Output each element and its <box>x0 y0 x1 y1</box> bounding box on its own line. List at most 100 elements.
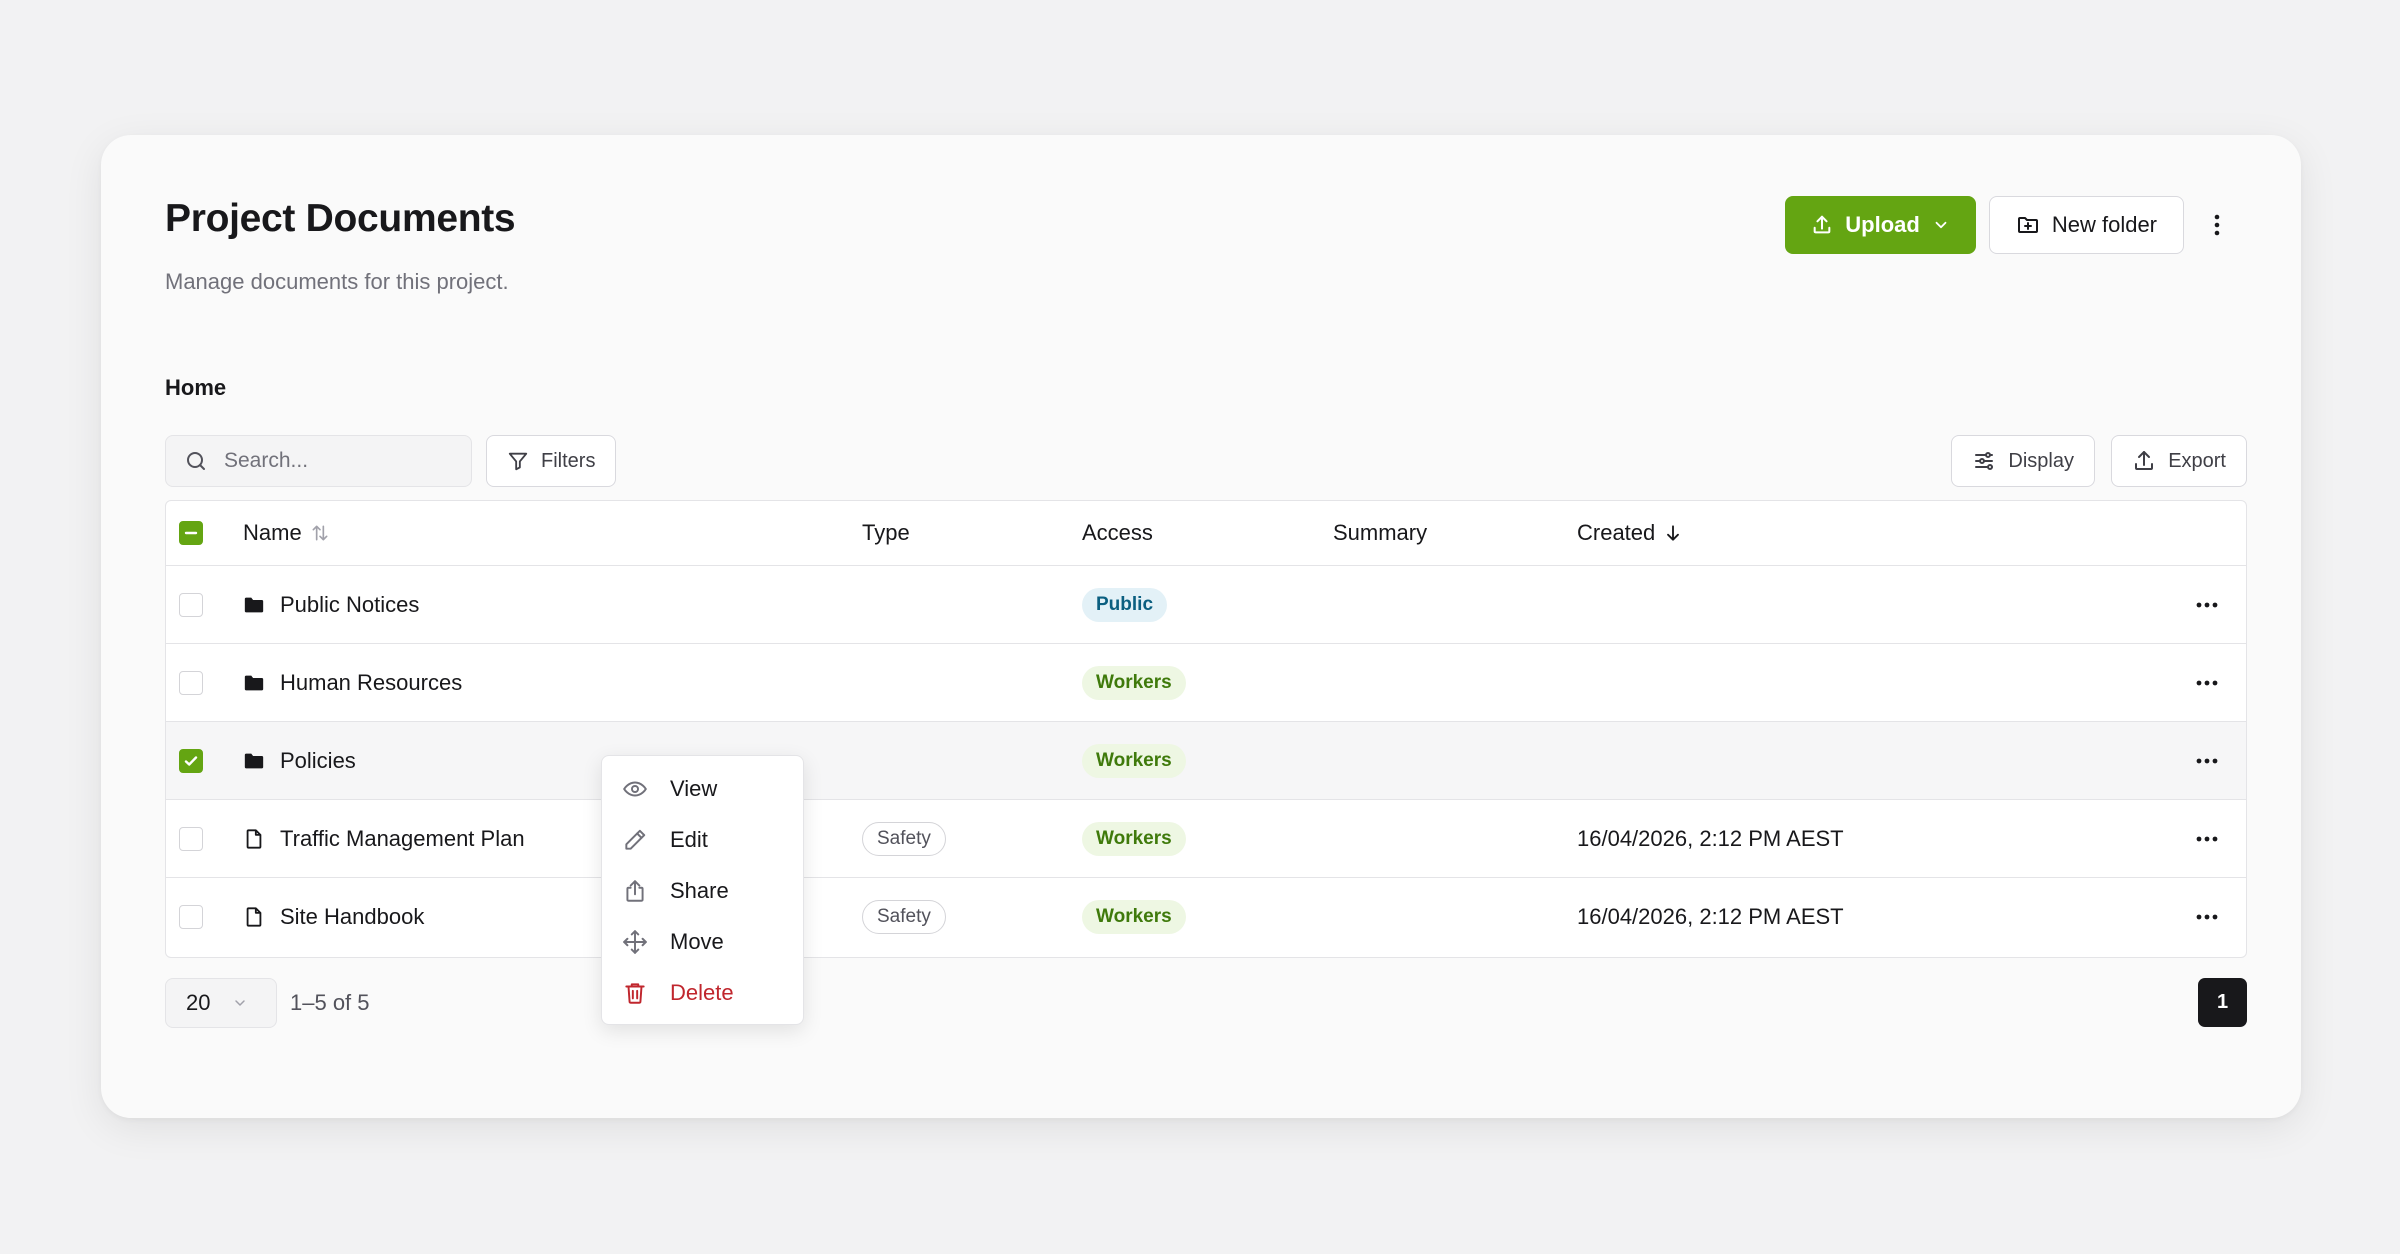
row-name[interactable]: Site Handbook <box>280 904 424 930</box>
search-icon <box>187 452 205 470</box>
folder-icon <box>244 753 264 768</box>
move-icon <box>623 929 647 954</box>
row-checkbox[interactable] <box>179 748 203 773</box>
horizontal-dots-icon <box>2196 836 2218 841</box>
documents-table: Name Type Access Summary Created Public … <box>165 500 2247 958</box>
page-size-select[interactable]: 20 <box>165 978 277 1028</box>
row-actions-button[interactable] <box>2196 878 2218 956</box>
row-actions-button[interactable] <box>2196 722 2218 799</box>
folder-plus-icon <box>2017 217 2038 233</box>
upload-icon <box>1813 215 1831 234</box>
row-actions-button[interactable] <box>2196 800 2218 877</box>
new-folder-label: New folder <box>2051 212 2157 237</box>
table-row[interactable]: Human Resources Workers <box>166 644 2246 722</box>
documents-card: Project Documents Manage documents for t… <box>101 135 2301 1118</box>
page-subtitle: Manage documents for this project. <box>165 269 509 294</box>
chevron-down-icon <box>1935 221 1947 229</box>
table-row[interactable]: Public Notices Public <box>166 566 2246 644</box>
page-size-value: 20 <box>186 990 211 1015</box>
file-icon <box>246 907 262 927</box>
table-header-row: Name Type Access Summary Created <box>166 501 2246 566</box>
column-header-access[interactable]: Access <box>1082 501 1153 565</box>
row-checkbox[interactable] <box>179 905 203 929</box>
table-toolbar: Filters Display Export <box>165 435 2247 487</box>
more-options-button[interactable] <box>2197 196 2237 254</box>
vertical-dots-icon <box>2214 214 2220 236</box>
horizontal-dots-icon <box>2196 758 2218 763</box>
row-context-menu: View Edit Share Move Delete <box>601 755 804 1025</box>
access-badge: Public <box>1082 587 1168 622</box>
arrow-down-icon <box>1667 525 1680 541</box>
access-badge: Workers <box>1082 743 1186 778</box>
column-header-created[interactable]: Created <box>1577 501 1683 565</box>
row-name[interactable]: Policies <box>280 748 356 774</box>
row-name[interactable]: Public Notices <box>280 592 419 618</box>
export-label: Export <box>2168 449 2226 472</box>
type-badge: Safety <box>862 821 946 856</box>
search-box <box>165 435 472 487</box>
upload-button[interactable]: Upload <box>1785 196 1976 254</box>
new-folder-button[interactable]: New folder <box>1988 196 2184 254</box>
check-icon <box>184 755 198 766</box>
pagination-range: 1–5 of 5 <box>290 990 370 1015</box>
table-row[interactable]: Site Handbook Safety Workers 16/04/2026,… <box>166 878 2246 956</box>
upload-label: Upload <box>1845 212 1920 237</box>
display-button[interactable]: Display <box>1951 435 2095 487</box>
menu-item-label: View <box>670 775 718 801</box>
select-all-checkbox[interactable] <box>179 521 203 545</box>
horizontal-dots-icon <box>2196 914 2218 920</box>
column-header-name[interactable]: Name <box>243 501 330 565</box>
row-actions-button[interactable] <box>2196 644 2218 721</box>
menu-item-delete[interactable]: Delete <box>602 967 803 1018</box>
type-badge: Safety <box>862 900 946 934</box>
filters-button[interactable]: Filters <box>486 435 617 487</box>
row-actions-button[interactable] <box>2196 566 2218 643</box>
chevron-down-icon <box>235 1000 246 1006</box>
horizontal-dots-icon <box>2196 680 2218 685</box>
header-actions: Upload New folder <box>1785 196 2237 254</box>
row-created: 16/04/2026, 2:12 PM AEST <box>1577 825 1844 851</box>
menu-item-label: Delete <box>670 979 734 1005</box>
page-button-1[interactable]: 1 <box>2198 978 2247 1027</box>
sliders-icon <box>1975 452 1994 470</box>
menu-item-view[interactable]: View <box>602 763 803 814</box>
menu-item-move[interactable]: Move <box>602 916 803 967</box>
row-checkbox[interactable] <box>179 826 203 851</box>
access-badge: Workers <box>1082 665 1186 700</box>
pencil-icon <box>625 829 646 850</box>
menu-item-edit[interactable]: Edit <box>602 814 803 865</box>
menu-item-label: Move <box>670 928 724 954</box>
table-row[interactable]: Traffic Management Plan Safety Workers 1… <box>166 800 2246 878</box>
eye-icon <box>623 781 647 796</box>
page-title: Project Documents <box>165 197 516 240</box>
table-footer: 20 1–5 of 5 1 <box>165 978 2247 1028</box>
filters-label: Filters <box>541 449 596 472</box>
folder-icon <box>244 597 264 612</box>
export-icon <box>2135 451 2154 470</box>
table-row[interactable]: Policies Workers <box>166 722 2246 800</box>
funnel-icon <box>508 452 528 471</box>
column-name-label: Name <box>243 520 302 545</box>
sort-icon <box>312 525 328 541</box>
menu-item-label: Edit <box>670 826 708 852</box>
export-button[interactable]: Export <box>2111 435 2247 487</box>
row-checkbox[interactable] <box>179 670 203 695</box>
folder-icon <box>244 675 264 690</box>
menu-item-share[interactable]: Share <box>602 865 803 916</box>
share-icon <box>626 879 644 902</box>
column-header-summary[interactable]: Summary <box>1333 501 1427 565</box>
trash-icon <box>625 982 645 1004</box>
menu-item-label: Share <box>670 877 729 903</box>
access-badge: Workers <box>1082 821 1186 856</box>
row-name[interactable]: Human Resources <box>280 670 462 696</box>
access-badge: Workers <box>1082 900 1186 934</box>
column-created-label: Created <box>1577 520 1656 545</box>
search-input[interactable] <box>224 449 444 473</box>
row-name[interactable]: Traffic Management Plan <box>280 826 525 852</box>
column-header-type[interactable]: Type <box>862 501 910 565</box>
row-created: 16/04/2026, 2:12 PM AEST <box>1577 904 1844 929</box>
breadcrumb[interactable]: Home <box>165 375 226 401</box>
display-label: Display <box>2008 449 2074 472</box>
file-icon <box>246 828 262 849</box>
row-checkbox[interactable] <box>179 592 203 617</box>
